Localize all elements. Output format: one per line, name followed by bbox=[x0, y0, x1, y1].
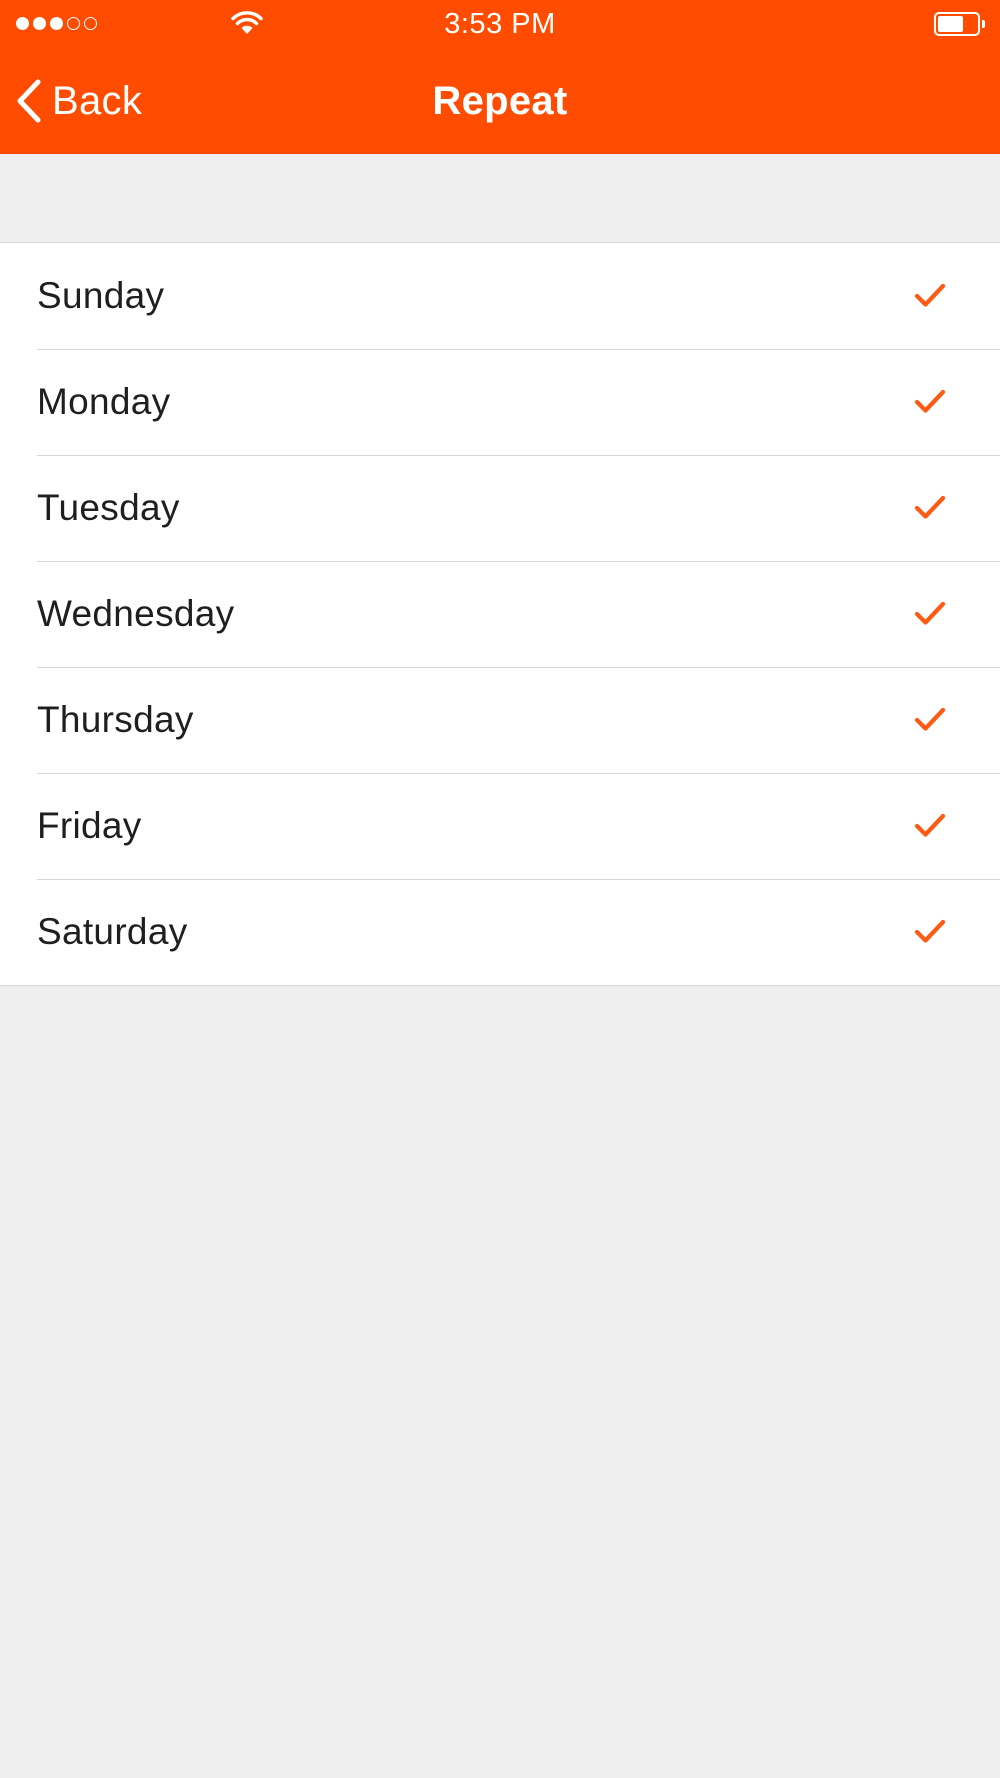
navigation-header: 3:53 PM Back Repeat bbox=[0, 0, 1000, 154]
status-bar: 3:53 PM bbox=[0, 0, 1000, 48]
day-row-saturday[interactable]: Saturday bbox=[0, 879, 1000, 985]
day-row-monday[interactable]: Monday bbox=[0, 349, 1000, 455]
day-label: Wednesday bbox=[37, 593, 235, 634]
checkmark-icon bbox=[914, 389, 946, 413]
checkmark-icon bbox=[914, 283, 946, 307]
day-label: Monday bbox=[37, 381, 171, 422]
day-row-sunday[interactable]: Sunday bbox=[0, 243, 1000, 349]
nav-bar: Back Repeat bbox=[0, 48, 1000, 154]
day-row-wednesday[interactable]: Wednesday bbox=[0, 561, 1000, 667]
checkmark-icon bbox=[914, 495, 946, 519]
status-time: 3:53 PM bbox=[444, 8, 556, 40]
battery-level-fill bbox=[938, 16, 963, 32]
day-row-tuesday[interactable]: Tuesday bbox=[0, 455, 1000, 561]
day-label: Sunday bbox=[37, 275, 165, 316]
days-list: Sunday Monday Tuesday Wednesday Thursday… bbox=[0, 242, 1000, 986]
checkmark-icon bbox=[914, 919, 946, 943]
day-label: Friday bbox=[37, 805, 142, 846]
battery-icon bbox=[934, 12, 986, 36]
day-label: Thursday bbox=[37, 699, 194, 740]
day-row-friday[interactable]: Friday bbox=[0, 773, 1000, 879]
checkmark-icon bbox=[914, 707, 946, 731]
day-label: Tuesday bbox=[37, 487, 180, 528]
day-label: Saturday bbox=[37, 911, 188, 952]
day-row-thursday[interactable]: Thursday bbox=[0, 667, 1000, 773]
checkmark-icon bbox=[914, 813, 946, 837]
page-title: Repeat bbox=[432, 79, 568, 123]
checkmark-icon bbox=[914, 601, 946, 625]
